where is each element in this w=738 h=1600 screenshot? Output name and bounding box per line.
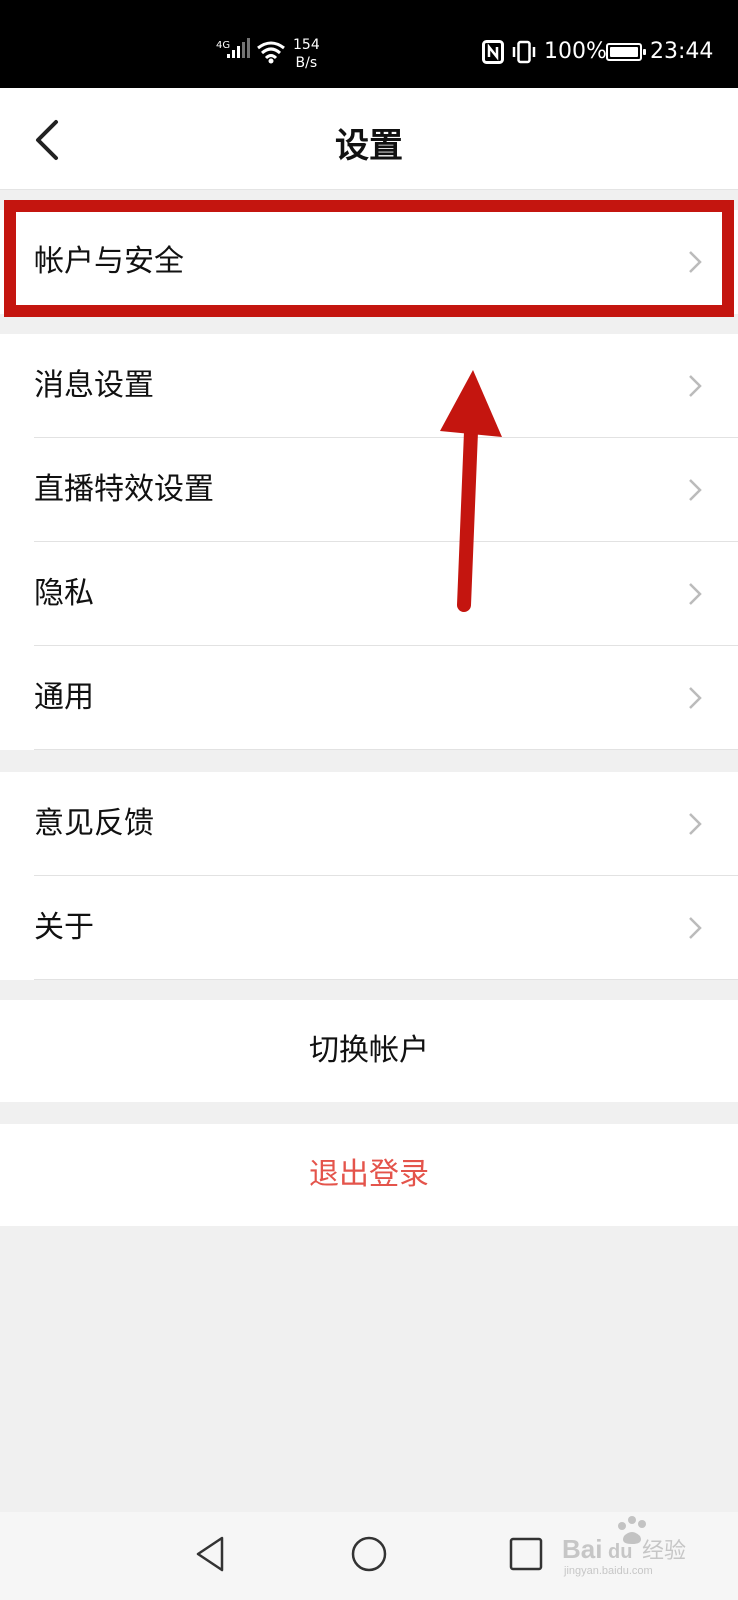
chevron-right-icon [689,375,702,397]
vibrate-icon [512,40,536,64]
nfc-icon [482,40,504,64]
divider [34,749,738,750]
switch-account-label: 切换帐户 [309,1033,429,1068]
divider [34,979,738,980]
settings-item-label: 通用 [34,680,94,715]
chevron-right-icon [689,917,702,939]
chevron-right-icon [689,583,702,605]
app-header: 设置 [0,88,738,190]
svg-text:du: du [608,1541,632,1563]
settings-item-label: 隐私 [34,576,94,611]
status-time: 23:44 [650,39,714,64]
settings-item-message[interactable]: 消息设置 [0,334,738,438]
network-type: 4G [216,40,231,51]
page-title: 设置 [335,126,403,166]
nav-back-icon[interactable] [192,1534,232,1574]
settings-item-label: 关于 [34,910,94,945]
chevron-right-icon [689,687,702,709]
switch-account-button[interactable]: 切换帐户 [0,1000,738,1102]
settings-item-label: 直播特效设置 [34,472,214,507]
status-bar: 4G 154 B/s 100% 23:44 [0,0,738,88]
svg-text:经验: 经验 [642,1539,686,1564]
logout-button[interactable]: 退出登录 [0,1124,738,1226]
settings-item-general[interactable]: 通用 [0,646,738,750]
settings-item-live-effects[interactable]: 直播特效设置 [0,438,738,542]
nav-recents-icon[interactable] [506,1534,546,1574]
network-speed: 154 B/s [293,37,320,71]
settings-group-support: 意见反馈 关于 [0,772,738,980]
chevron-right-icon [689,479,702,501]
chevron-right-icon [689,813,702,835]
wifi-icon [257,41,285,64]
cellular-signal-icon: 4G [216,38,250,58]
svg-text:jingyan.baidu.com: jingyan.baidu.com [563,1565,653,1577]
arrow-up-icon [440,370,502,612]
settings-item-label: 意见反馈 [34,806,154,841]
nav-home-icon[interactable] [349,1534,389,1574]
baidu-jingyan-watermark: Bai du 经验 jingyan.baidu.com [562,1516,686,1577]
svg-text:Bai: Bai [562,1534,602,1564]
settings-item-feedback[interactable]: 意见反馈 [0,772,738,876]
settings-group-main: 消息设置 直播特效设置 隐私 通用 [0,334,738,750]
logout-label: 退出登录 [309,1157,429,1192]
highlight-box [4,200,734,317]
settings-item-label: 消息设置 [34,368,154,403]
settings-item-privacy[interactable]: 隐私 [0,542,738,646]
settings-item-about[interactable]: 关于 [0,876,738,980]
battery-percentage: 100% [544,39,607,64]
battery-icon [606,43,646,61]
